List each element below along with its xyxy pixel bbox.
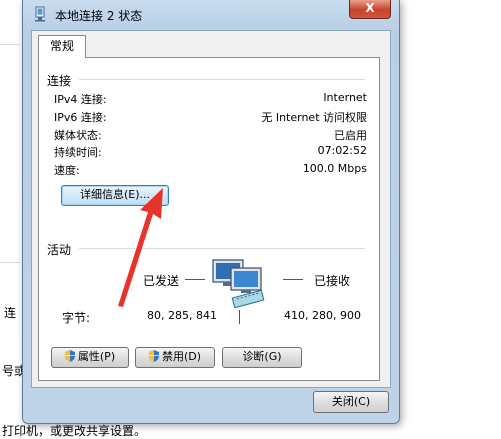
- speed-value: 100.0 Mbps: [302, 162, 367, 175]
- bytes-sent-value: 80, 285, 841: [147, 309, 217, 322]
- diagnose-button[interactable]: 诊断(G): [222, 347, 302, 368]
- activity-separator: [79, 248, 365, 249]
- general-panel: 连接 IPv4 连接: Internet IPv6 连接: 无 Internet…: [38, 57, 380, 381]
- ipv4-label: IPv4 连接:: [54, 93, 107, 106]
- sent-connector-line: [185, 279, 205, 280]
- connection-section-label: 连接: [47, 74, 72, 88]
- ipv6-value: 无 Internet 访问权限: [261, 111, 367, 124]
- media-state-value: 已启用: [334, 129, 367, 142]
- disable-button[interactable]: 禁用(D): [135, 347, 215, 368]
- received-connector-line: [283, 279, 303, 280]
- status-dialog: 本地连接 2 状态 X 常规 连接 IPv4 连接: Internet IPv6…: [22, 0, 400, 424]
- disable-button-label: 禁用(D): [161, 350, 202, 363]
- bytes-received-value: 410, 280, 900: [284, 309, 361, 322]
- sent-label: 已发送: [143, 274, 180, 288]
- tab-general[interactable]: 常规: [38, 35, 86, 58]
- ipv6-label: IPv6 连接:: [54, 111, 107, 124]
- ipv4-value: Internet: [323, 91, 367, 104]
- properties-button-label: 属性(P): [77, 350, 116, 363]
- title-bar[interactable]: 本地连接 2 状态 X: [23, 0, 399, 28]
- network-monitor-icon: [35, 6, 45, 22]
- background-text: 打印机，或更改共享设置。: [2, 424, 147, 438]
- background-divider: [0, 262, 20, 263]
- dialog-client-area: 常规 连接 IPv4 连接: Internet IPv6 连接: 无 Inter…: [31, 30, 391, 388]
- close-window-button[interactable]: X: [349, 0, 391, 19]
- close-icon: X: [365, 1, 375, 15]
- close-button[interactable]: 关闭(C): [313, 391, 389, 413]
- duration-label: 持续时间:: [54, 146, 102, 159]
- details-button[interactable]: 详细信息(E)...: [61, 185, 169, 206]
- activity-divider: [239, 310, 240, 324]
- activity-section-label: 活动: [47, 243, 72, 257]
- background-text: 连: [4, 306, 17, 320]
- media-state-label: 媒体状态:: [54, 129, 102, 142]
- bytes-label: 字节:: [62, 311, 91, 325]
- uac-shield-icon: [64, 350, 75, 362]
- uac-shield-icon: [148, 350, 159, 362]
- duration-value: 07:02:52: [317, 144, 367, 157]
- window-title: 本地连接 2 状态: [55, 9, 143, 23]
- speed-label: 速度:: [54, 164, 80, 177]
- properties-button[interactable]: 属性(P): [51, 347, 129, 368]
- received-label: 已接收: [314, 274, 351, 288]
- background-divider: [0, 44, 20, 45]
- network-activity-icon: [212, 259, 265, 308]
- connection-separator: [79, 79, 365, 80]
